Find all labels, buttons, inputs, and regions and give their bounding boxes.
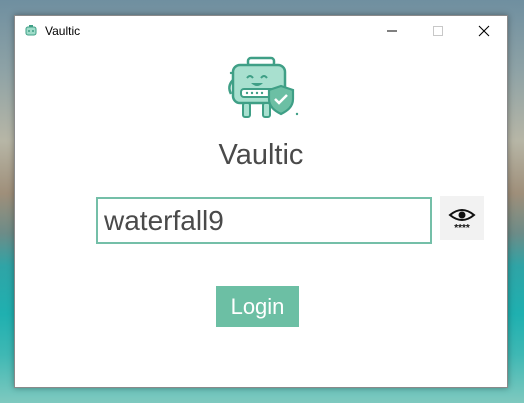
robot-safe-shield-logo: [228, 56, 299, 118]
show-password-button[interactable]: ****: [440, 196, 484, 240]
password-input[interactable]: [96, 197, 432, 244]
title-bar[interactable]: Vaultic: [15, 16, 507, 46]
window-title: Vaultic: [45, 24, 81, 38]
maximize-button[interactable]: [415, 16, 461, 46]
app-title: Vaultic: [218, 139, 304, 171]
minimize-icon: [387, 30, 397, 32]
maximize-icon: [433, 26, 443, 36]
login-button[interactable]: Login: [216, 286, 299, 327]
app-window: Vaultic Vaultic waterfall9 **** Login: [14, 15, 508, 388]
close-icon: [478, 25, 490, 37]
eye-icon: ****: [448, 209, 476, 233]
password-mask-hint: ****: [454, 223, 470, 233]
minimize-button[interactable]: [369, 16, 415, 46]
robot-icon: [25, 25, 37, 36]
close-button[interactable]: [461, 16, 507, 46]
